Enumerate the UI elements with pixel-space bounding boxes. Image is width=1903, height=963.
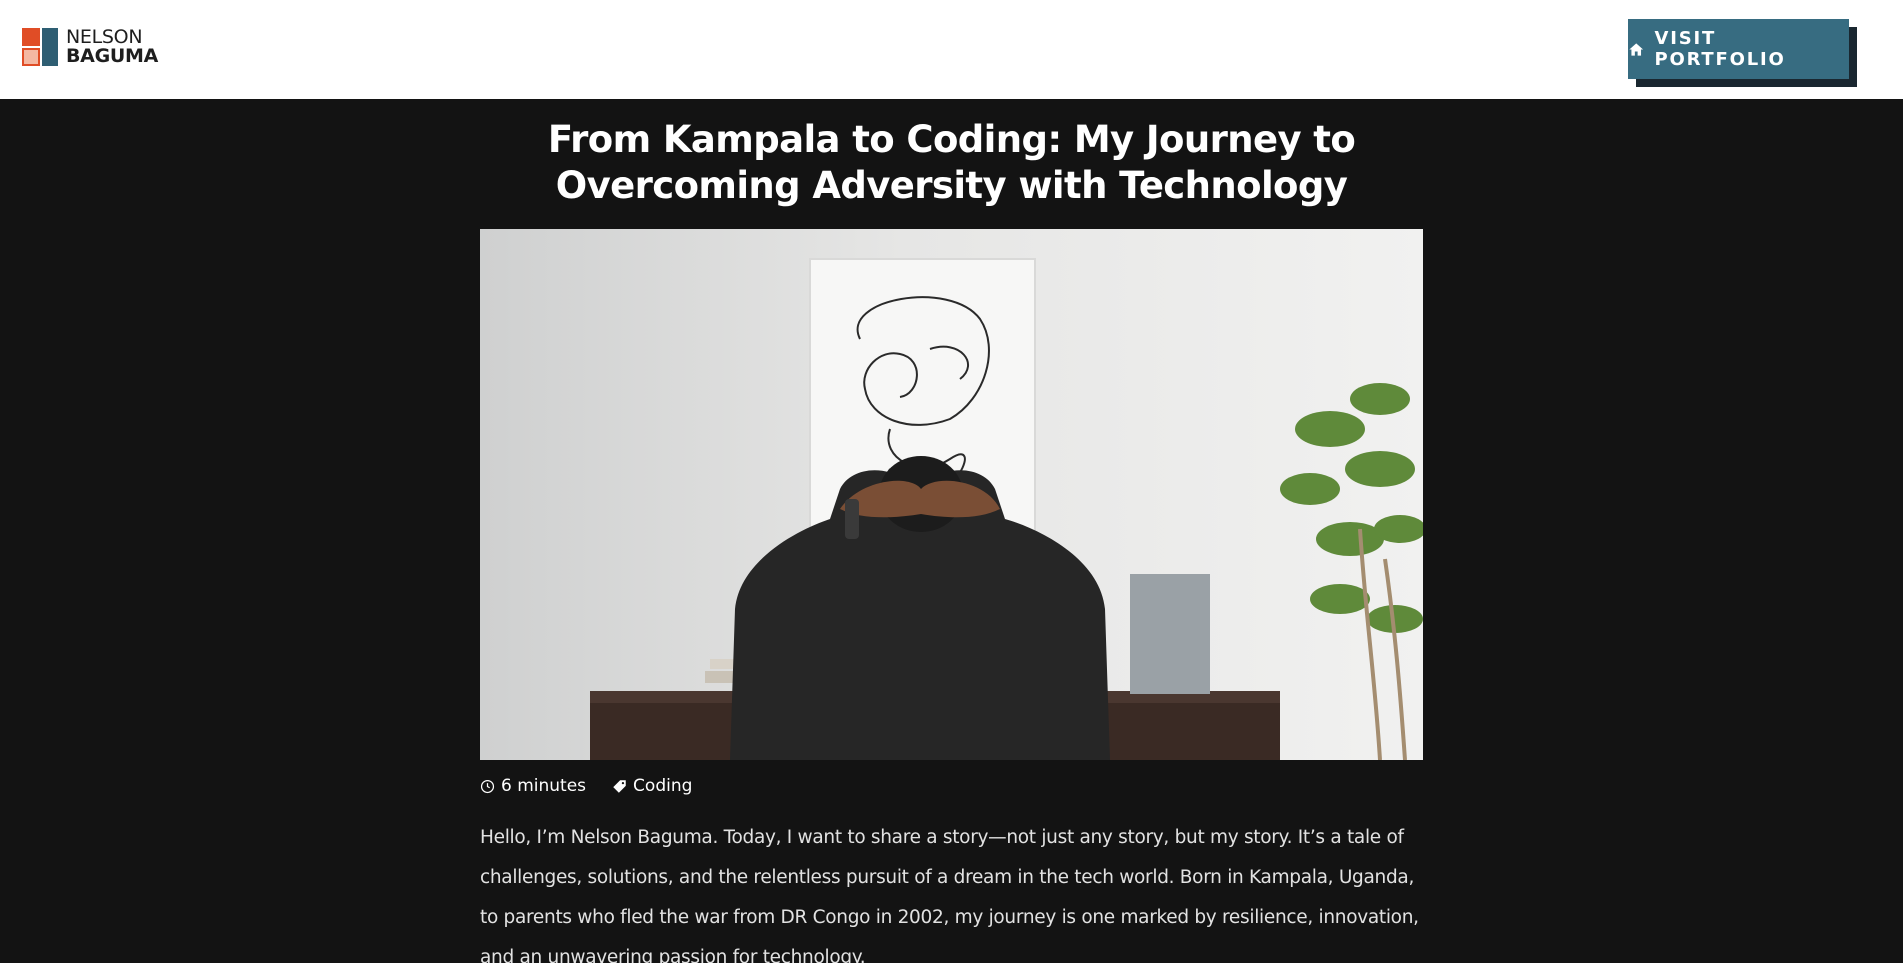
brand-logo-link[interactable]: NELSON BAGUMA xyxy=(22,27,159,68)
article-paragraph: Hello, I’m Nelson Baguma. Today, I want … xyxy=(480,827,1419,963)
visit-portfolio-wrapper: VISIT PORTFOLIO xyxy=(1628,19,1857,87)
visit-portfolio-label: VISIT PORTFOLIO xyxy=(1654,28,1786,70)
read-time: 6 minutes xyxy=(480,776,586,796)
article-meta: 6 minutes Coding xyxy=(480,776,692,796)
logo-icon xyxy=(22,28,58,67)
category-tag[interactable]: Coding xyxy=(612,776,692,796)
clock-icon xyxy=(480,779,495,793)
category-link[interactable]: Coding xyxy=(633,776,692,796)
hero-image xyxy=(480,229,1423,760)
visit-portfolio-button[interactable]: VISIT PORTFOLIO xyxy=(1628,19,1849,79)
site-header: NELSON BAGUMA VISIT PORTFOLIO xyxy=(0,0,1903,99)
read-time-value: 6 minutes xyxy=(501,776,587,796)
home-icon xyxy=(1629,42,1644,56)
article-title: From Kampala to Coding: My Journey to Ov… xyxy=(547,118,1356,207)
brand-name: NELSON BAGUMA xyxy=(66,27,159,68)
brand-last-name: BAGUMA xyxy=(66,45,159,68)
tag-icon xyxy=(613,779,626,793)
hero-illustration xyxy=(480,229,1423,760)
